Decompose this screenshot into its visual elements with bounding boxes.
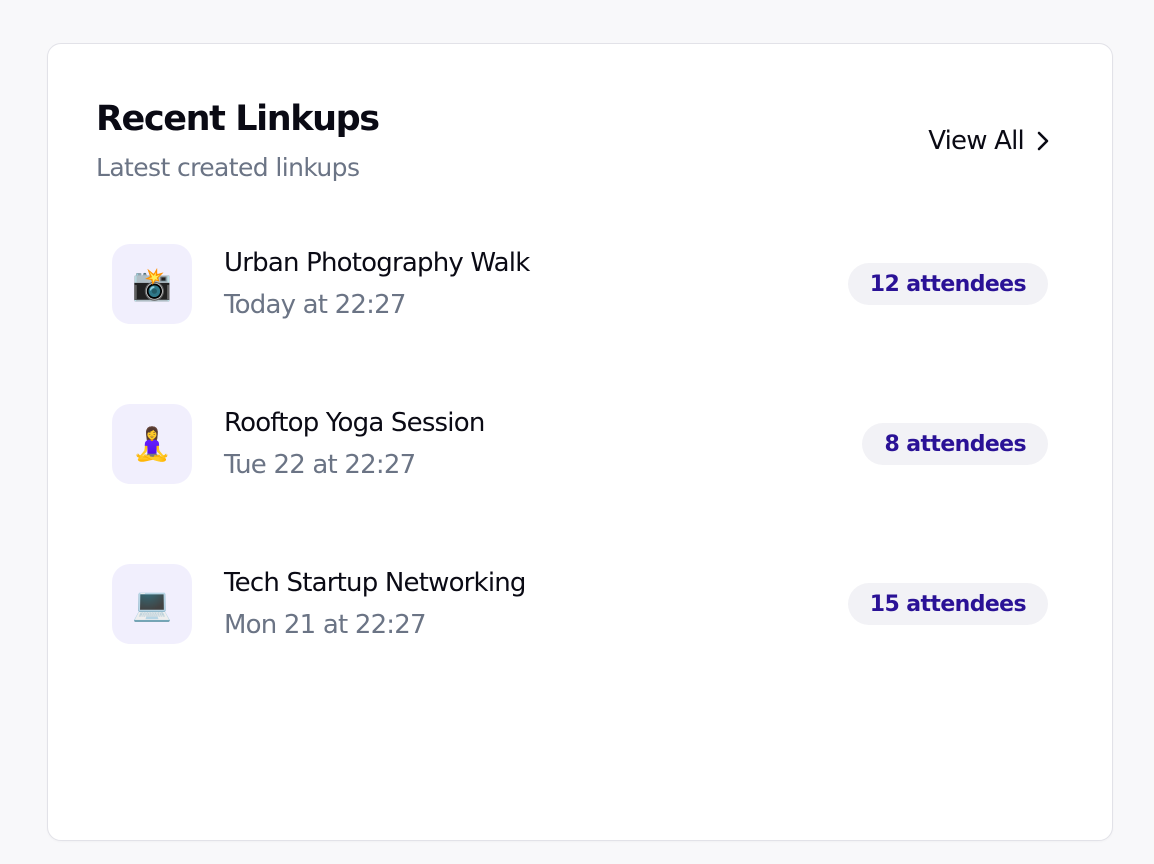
view-all-label: View All (928, 126, 1025, 156)
linkup-item[interactable]: 🧘‍♀️ Rooftop Yoga Session Tue 22 at 22:2… (112, 404, 1048, 484)
attendees-badge: 8 attendees (862, 423, 1048, 465)
view-all-button[interactable]: View All (928, 126, 1050, 156)
chevron-right-icon (1036, 130, 1050, 152)
linkup-info: Urban Photography Walk Today at 22:27 (224, 248, 530, 320)
linkup-item[interactable]: 💻 Tech Startup Networking Mon 21 at 22:2… (112, 564, 1048, 644)
linkup-title: Rooftop Yoga Session (224, 408, 485, 438)
card-header: Recent Linkups Latest created linkups Vi… (96, 98, 1064, 183)
linkup-time: Tue 22 at 22:27 (224, 450, 416, 480)
attendees-badge: 12 attendees (847, 263, 1048, 305)
attendees-badge: 15 attendees (847, 583, 1048, 625)
laptop-icon: 💻 (112, 564, 192, 644)
linkup-list: 📸 Urban Photography Walk Today at 22:27 … (112, 244, 1048, 724)
linkup-title: Tech Startup Networking (224, 568, 526, 598)
linkup-info: Tech Startup Networking Mon 21 at 22:27 (224, 568, 526, 640)
card-subtitle: Latest created linkups (96, 153, 360, 182)
recent-linkups-card: Recent Linkups Latest created linkups Vi… (47, 43, 1113, 841)
linkup-title: Urban Photography Walk (224, 248, 530, 278)
camera-flash-icon: 📸 (112, 244, 192, 324)
linkup-time: Today at 22:27 (224, 290, 406, 320)
card-title: Recent Linkups (96, 99, 380, 139)
linkup-time: Mon 21 at 22:27 (224, 610, 427, 640)
yoga-person-icon: 🧘‍♀️ (112, 404, 192, 484)
linkup-item[interactable]: 📸 Urban Photography Walk Today at 22:27 … (112, 244, 1048, 324)
linkup-info: Rooftop Yoga Session Tue 22 at 22:27 (224, 408, 485, 480)
